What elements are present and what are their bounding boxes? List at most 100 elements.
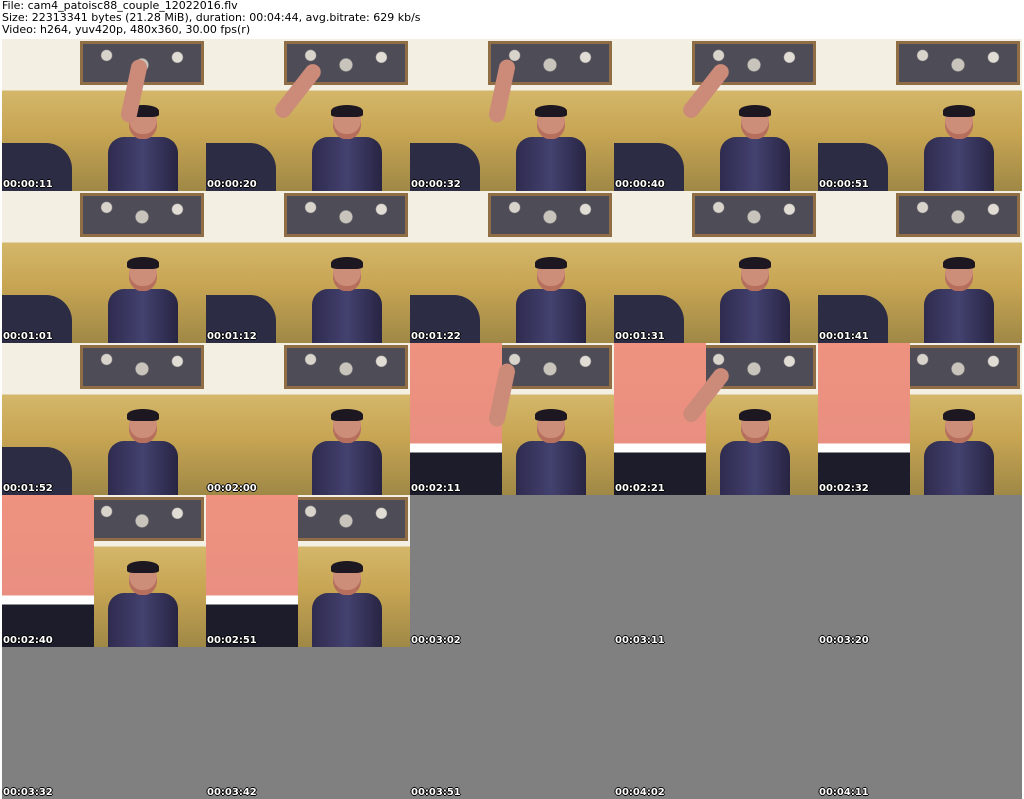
frame-timestamp: 00:03:32: [3, 787, 53, 798]
frame-timestamp: 00:03:51: [411, 787, 461, 798]
foreground-torso: [206, 495, 298, 647]
seated-person: [712, 105, 798, 191]
frame-scene: [2, 343, 206, 495]
tank-top: [924, 441, 994, 495]
hair: [127, 561, 159, 573]
wall-painting: [896, 345, 1020, 389]
tank-top: [516, 137, 586, 191]
video-thumbnail: 00:00:51: [818, 39, 1022, 191]
frame-timestamp: 00:02:40: [3, 635, 53, 646]
wall-painting: [284, 345, 408, 389]
frame-timestamp: 00:01:22: [411, 331, 461, 342]
hair: [331, 561, 363, 573]
hair: [739, 409, 771, 421]
frame-timestamp: 00:04:02: [615, 787, 665, 798]
frame-scene: [2, 495, 206, 647]
frame-scene: [614, 191, 818, 343]
frame-scene: [410, 39, 614, 191]
hair: [943, 105, 975, 117]
tank-top: [924, 289, 994, 343]
tank-top: [924, 137, 994, 191]
foreground-torso: [818, 343, 910, 495]
frame-timestamp: 00:02:32: [819, 483, 869, 494]
empty-thumbnail: 00:03:42: [206, 647, 410, 799]
seated-person: [916, 105, 1002, 191]
video-thumbnail: 00:01:52: [2, 343, 206, 495]
tank-top: [720, 289, 790, 343]
file-info: File: cam4_patoisc88_couple_12022016.flv…: [2, 0, 421, 36]
wall-painting: [692, 193, 816, 237]
frame-scene: [614, 39, 818, 191]
empty-thumbnail: 00:04:02: [614, 647, 818, 799]
frame-scene: [818, 39, 1022, 191]
empty-thumbnail: 00:03:11: [614, 495, 818, 647]
tank-top: [516, 441, 586, 495]
wall-painting: [488, 193, 612, 237]
hair: [943, 257, 975, 269]
frame-scene: [818, 191, 1022, 343]
video-thumbnail: 00:01:01: [2, 191, 206, 343]
frame-timestamp: 00:01:01: [3, 331, 53, 342]
hair: [127, 257, 159, 269]
video-thumbnail: 00:00:32: [410, 39, 614, 191]
frame-timestamp: 00:03:11: [615, 635, 665, 646]
frame-scene: [2, 39, 206, 191]
video-thumbnail: 00:02:00: [206, 343, 410, 495]
foreground-torso: [2, 495, 94, 647]
tank-top: [108, 137, 178, 191]
frame-timestamp: 00:03:20: [819, 635, 869, 646]
empty-thumbnail: 00:04:11: [818, 647, 1022, 799]
wall-painting: [80, 193, 204, 237]
video-thumbnail: 00:01:12: [206, 191, 410, 343]
video-thumbnail: 00:00:40: [614, 39, 818, 191]
frame-timestamp: 00:00:40: [615, 179, 665, 190]
video-thumbnail: 00:02:21: [614, 343, 818, 495]
frame-timestamp: 00:02:51: [207, 635, 257, 646]
frame-scene: [2, 191, 206, 343]
wall-painting: [80, 497, 204, 541]
frame-timestamp: 00:00:11: [3, 179, 53, 190]
hair: [535, 257, 567, 269]
frame-timestamp: 00:00:20: [207, 179, 257, 190]
frame-timestamp: 00:02:21: [615, 483, 665, 494]
video-thumbnail: 00:02:40: [2, 495, 206, 647]
seated-person: [100, 105, 186, 191]
hair: [943, 409, 975, 421]
tank-top: [312, 137, 382, 191]
wall-painting: [284, 193, 408, 237]
frame-timestamp: 00:01:52: [3, 483, 53, 494]
seated-person: [304, 409, 390, 495]
empty-thumbnail: 00:03:02: [410, 495, 614, 647]
seated-person: [916, 257, 1002, 343]
video-thumbnail: 00:01:41: [818, 191, 1022, 343]
hair: [739, 257, 771, 269]
seated-person: [712, 257, 798, 343]
seated-person: [916, 409, 1002, 495]
seated-person: [304, 561, 390, 647]
wall-painting: [80, 345, 204, 389]
tank-top: [516, 289, 586, 343]
hair: [127, 409, 159, 421]
hair: [331, 105, 363, 117]
seated-person: [100, 257, 186, 343]
seated-person: [304, 105, 390, 191]
hair: [739, 105, 771, 117]
seated-person: [100, 409, 186, 495]
wall-painting: [284, 497, 408, 541]
frame-timestamp: 00:01:12: [207, 331, 257, 342]
seated-person: [508, 105, 594, 191]
hair: [535, 409, 567, 421]
empty-thumbnail: 00:03:51: [410, 647, 614, 799]
video-thumbnail: 00:02:32: [818, 343, 1022, 495]
seated-person: [304, 257, 390, 343]
frame-scene: [206, 495, 410, 647]
seated-person: [508, 409, 594, 495]
seated-person: [100, 561, 186, 647]
tank-top: [312, 289, 382, 343]
frame-timestamp: 00:03:02: [411, 635, 461, 646]
frame-timestamp: 00:02:00: [207, 483, 257, 494]
empty-thumbnail: 00:03:32: [2, 647, 206, 799]
frame-scene: [206, 191, 410, 343]
frame-timestamp: 00:03:42: [207, 787, 257, 798]
frame-scene: [818, 343, 1022, 495]
